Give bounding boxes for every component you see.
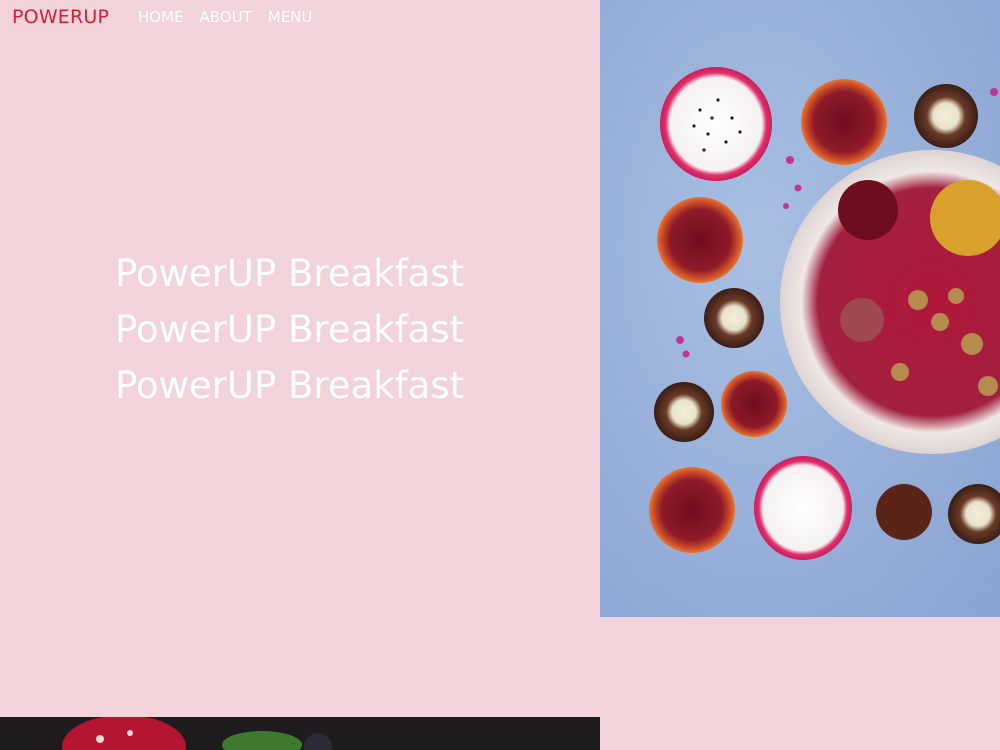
nav-link-home[interactable]: HOME bbox=[138, 8, 184, 26]
hero-line: PowerUP Breakfast bbox=[115, 252, 465, 295]
secondary-food-photo bbox=[0, 717, 600, 750]
hero-breakfast-photo bbox=[600, 0, 1000, 617]
nav-links: HOME ABOUT MENU bbox=[138, 8, 312, 26]
hero-line: PowerUP Breakfast bbox=[115, 308, 465, 351]
fruit-bowl-illustration bbox=[600, 0, 1000, 617]
nav-link-menu[interactable]: MENU bbox=[268, 8, 313, 26]
hero-heading: PowerUP Breakfast PowerUP Breakfast Powe… bbox=[115, 246, 464, 414]
brand-logo-link[interactable]: POWERUP bbox=[12, 6, 109, 28]
food-photo-illustration bbox=[0, 717, 600, 750]
hero-line: PowerUP Breakfast bbox=[115, 364, 465, 407]
nav-link-about[interactable]: ABOUT bbox=[200, 8, 252, 26]
page: POWERUP HOME ABOUT MENU PowerUP Breakfas… bbox=[0, 0, 1000, 750]
